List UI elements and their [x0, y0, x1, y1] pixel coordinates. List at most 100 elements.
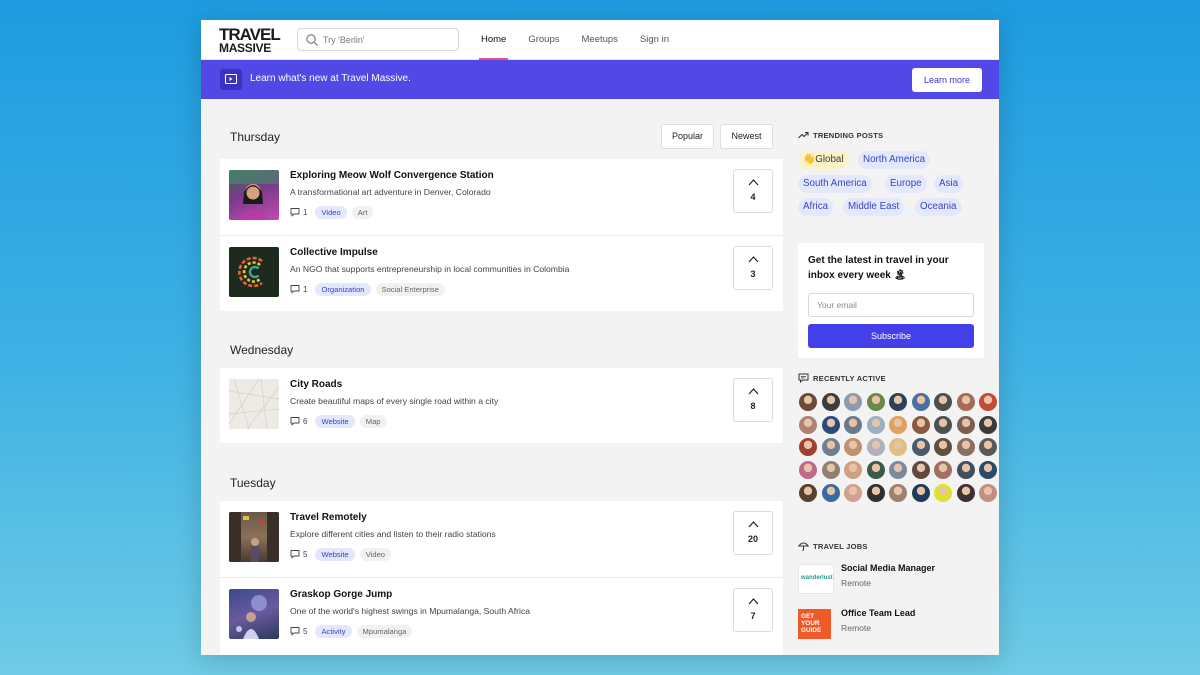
user-avatar[interactable]: [798, 414, 818, 435]
user-avatar[interactable]: [820, 437, 841, 458]
user-avatar[interactable]: [955, 460, 976, 481]
user-avatar[interactable]: [978, 414, 998, 435]
nav-home[interactable]: Home: [478, 20, 509, 60]
post-title[interactable]: City Roads: [290, 379, 342, 390]
search-input[interactable]: [323, 31, 453, 49]
user-avatar[interactable]: [978, 437, 998, 458]
upvote-button[interactable]: 3: [733, 246, 773, 290]
user-avatar[interactable]: [798, 392, 818, 412]
region-chip-oceania[interactable]: Oceania: [915, 198, 962, 216]
tag[interactable]: Video: [315, 205, 347, 219]
tag[interactable]: Social Enterprise: [375, 282, 445, 296]
nav-sign-in[interactable]: Sign in: [640, 20, 669, 60]
region-chip-africa[interactable]: Africa: [798, 198, 834, 216]
email-input[interactable]: [808, 293, 974, 317]
user-avatar[interactable]: [978, 482, 998, 503]
user-avatar[interactable]: [843, 414, 863, 435]
learn-more-button[interactable]: Learn more: [912, 68, 982, 92]
user-avatar[interactable]: [865, 414, 886, 435]
region-chip-south-america[interactable]: South America: [798, 175, 872, 193]
user-avatar[interactable]: [865, 437, 886, 458]
user-avatar[interactable]: [933, 414, 953, 435]
tag[interactable]: Art: [351, 205, 374, 219]
tag[interactable]: Map: [359, 414, 387, 428]
user-avatar[interactable]: [820, 414, 841, 435]
comment-count: 6: [303, 416, 308, 426]
user-avatar[interactable]: [820, 460, 841, 481]
upvote-button[interactable]: 20: [733, 511, 773, 555]
region-chip-asia[interactable]: Asia: [934, 175, 964, 193]
tag[interactable]: Organization: [315, 282, 371, 296]
region-chip-middle-east[interactable]: Middle East: [843, 198, 905, 216]
post-item[interactable]: City Roads Create beautiful maps of ever…: [220, 368, 783, 444]
nav-groups[interactable]: Groups: [528, 20, 559, 60]
travel-massive-logo[interactable]: TRAVEL MASSIVE: [219, 26, 281, 55]
user-avatar[interactable]: [865, 392, 886, 412]
user-avatar[interactable]: [843, 392, 863, 412]
user-avatar[interactable]: [843, 437, 863, 458]
user-avatar[interactable]: [910, 414, 931, 435]
tag[interactable]: Mpumalanga: [356, 624, 413, 638]
region-chip-europe[interactable]: Europe: [885, 175, 927, 193]
nav-meetups[interactable]: Meetups: [582, 20, 618, 60]
user-avatar[interactable]: [888, 437, 908, 458]
user-avatar[interactable]: [798, 460, 818, 481]
day-heading-wednesday: Wednesday: [230, 343, 294, 357]
user-avatar[interactable]: [865, 460, 886, 481]
tag[interactable]: Website: [315, 414, 355, 428]
post-title[interactable]: Travel Remotely: [290, 512, 367, 523]
upvote-button[interactable]: 8: [733, 378, 773, 422]
user-avatar[interactable]: [978, 392, 998, 412]
subscribe-button[interactable]: Subscribe: [808, 324, 974, 348]
post-item[interactable]: Collective Impulse An NGO that supports …: [220, 235, 783, 311]
tag[interactable]: Website: [315, 547, 355, 561]
post-title[interactable]: Exploring Meow Wolf Convergence Station: [290, 170, 494, 181]
job-title[interactable]: Social Media Manager: [841, 563, 935, 573]
user-avatar[interactable]: [933, 392, 953, 412]
user-avatar[interactable]: [820, 392, 841, 412]
chevron-up-icon: [748, 598, 759, 605]
region-chip-north-america[interactable]: North America: [858, 151, 931, 169]
upvote-button[interactable]: 7: [733, 588, 773, 632]
day-card-thursday: Exploring Meow Wolf Convergence Station …: [220, 159, 783, 311]
user-avatar[interactable]: [798, 482, 818, 503]
user-avatar[interactable]: [888, 482, 908, 503]
job-title[interactable]: Office Team Lead: [841, 608, 915, 618]
user-avatar[interactable]: [843, 460, 863, 481]
user-avatar[interactable]: [933, 437, 953, 458]
user-avatar[interactable]: [888, 392, 908, 412]
user-avatar[interactable]: [955, 437, 976, 458]
day-heading-tuesday: Tuesday: [230, 476, 276, 490]
user-avatar[interactable]: [910, 437, 931, 458]
company-logo: GET YOUR GUIDE: [798, 609, 831, 639]
user-avatar[interactable]: [978, 460, 998, 481]
region-chip-global[interactable]: 👋Global: [798, 151, 849, 169]
post-item[interactable]: Travel Remotely Explore different cities…: [220, 501, 783, 577]
user-avatar[interactable]: [933, 460, 953, 481]
upvote-button[interactable]: 4: [733, 169, 773, 213]
tag[interactable]: Video: [359, 547, 392, 561]
post-item[interactable]: Graskop Gorge Jump One of the world's hi…: [220, 577, 783, 653]
post-description: An NGO that supports entrepreneurship in…: [290, 264, 570, 274]
post-title[interactable]: Graskop Gorge Jump: [290, 589, 392, 600]
user-avatar[interactable]: [910, 392, 931, 412]
user-avatar[interactable]: [820, 482, 841, 503]
post-title[interactable]: Collective Impulse: [290, 247, 378, 258]
user-avatar[interactable]: [888, 414, 908, 435]
user-avatar[interactable]: [843, 482, 863, 503]
tag[interactable]: Activity: [315, 624, 352, 638]
user-avatar[interactable]: [910, 460, 931, 481]
user-avatar[interactable]: [955, 392, 976, 412]
user-avatar[interactable]: [955, 414, 976, 435]
user-avatar[interactable]: [955, 482, 976, 503]
user-avatar[interactable]: [910, 482, 931, 503]
search-box[interactable]: [297, 28, 459, 51]
user-avatar[interactable]: [888, 460, 908, 481]
user-avatar[interactable]: [933, 482, 953, 503]
post-item[interactable]: Exploring Meow Wolf Convergence Station …: [220, 159, 783, 235]
sort-popular-button[interactable]: Popular: [661, 124, 714, 149]
top-navbar: TRAVEL MASSIVE Home Groups Meetups Sign …: [201, 20, 999, 60]
user-avatar[interactable]: [798, 437, 818, 458]
user-avatar[interactable]: [865, 482, 886, 503]
sort-newest-button[interactable]: Newest: [720, 124, 773, 149]
